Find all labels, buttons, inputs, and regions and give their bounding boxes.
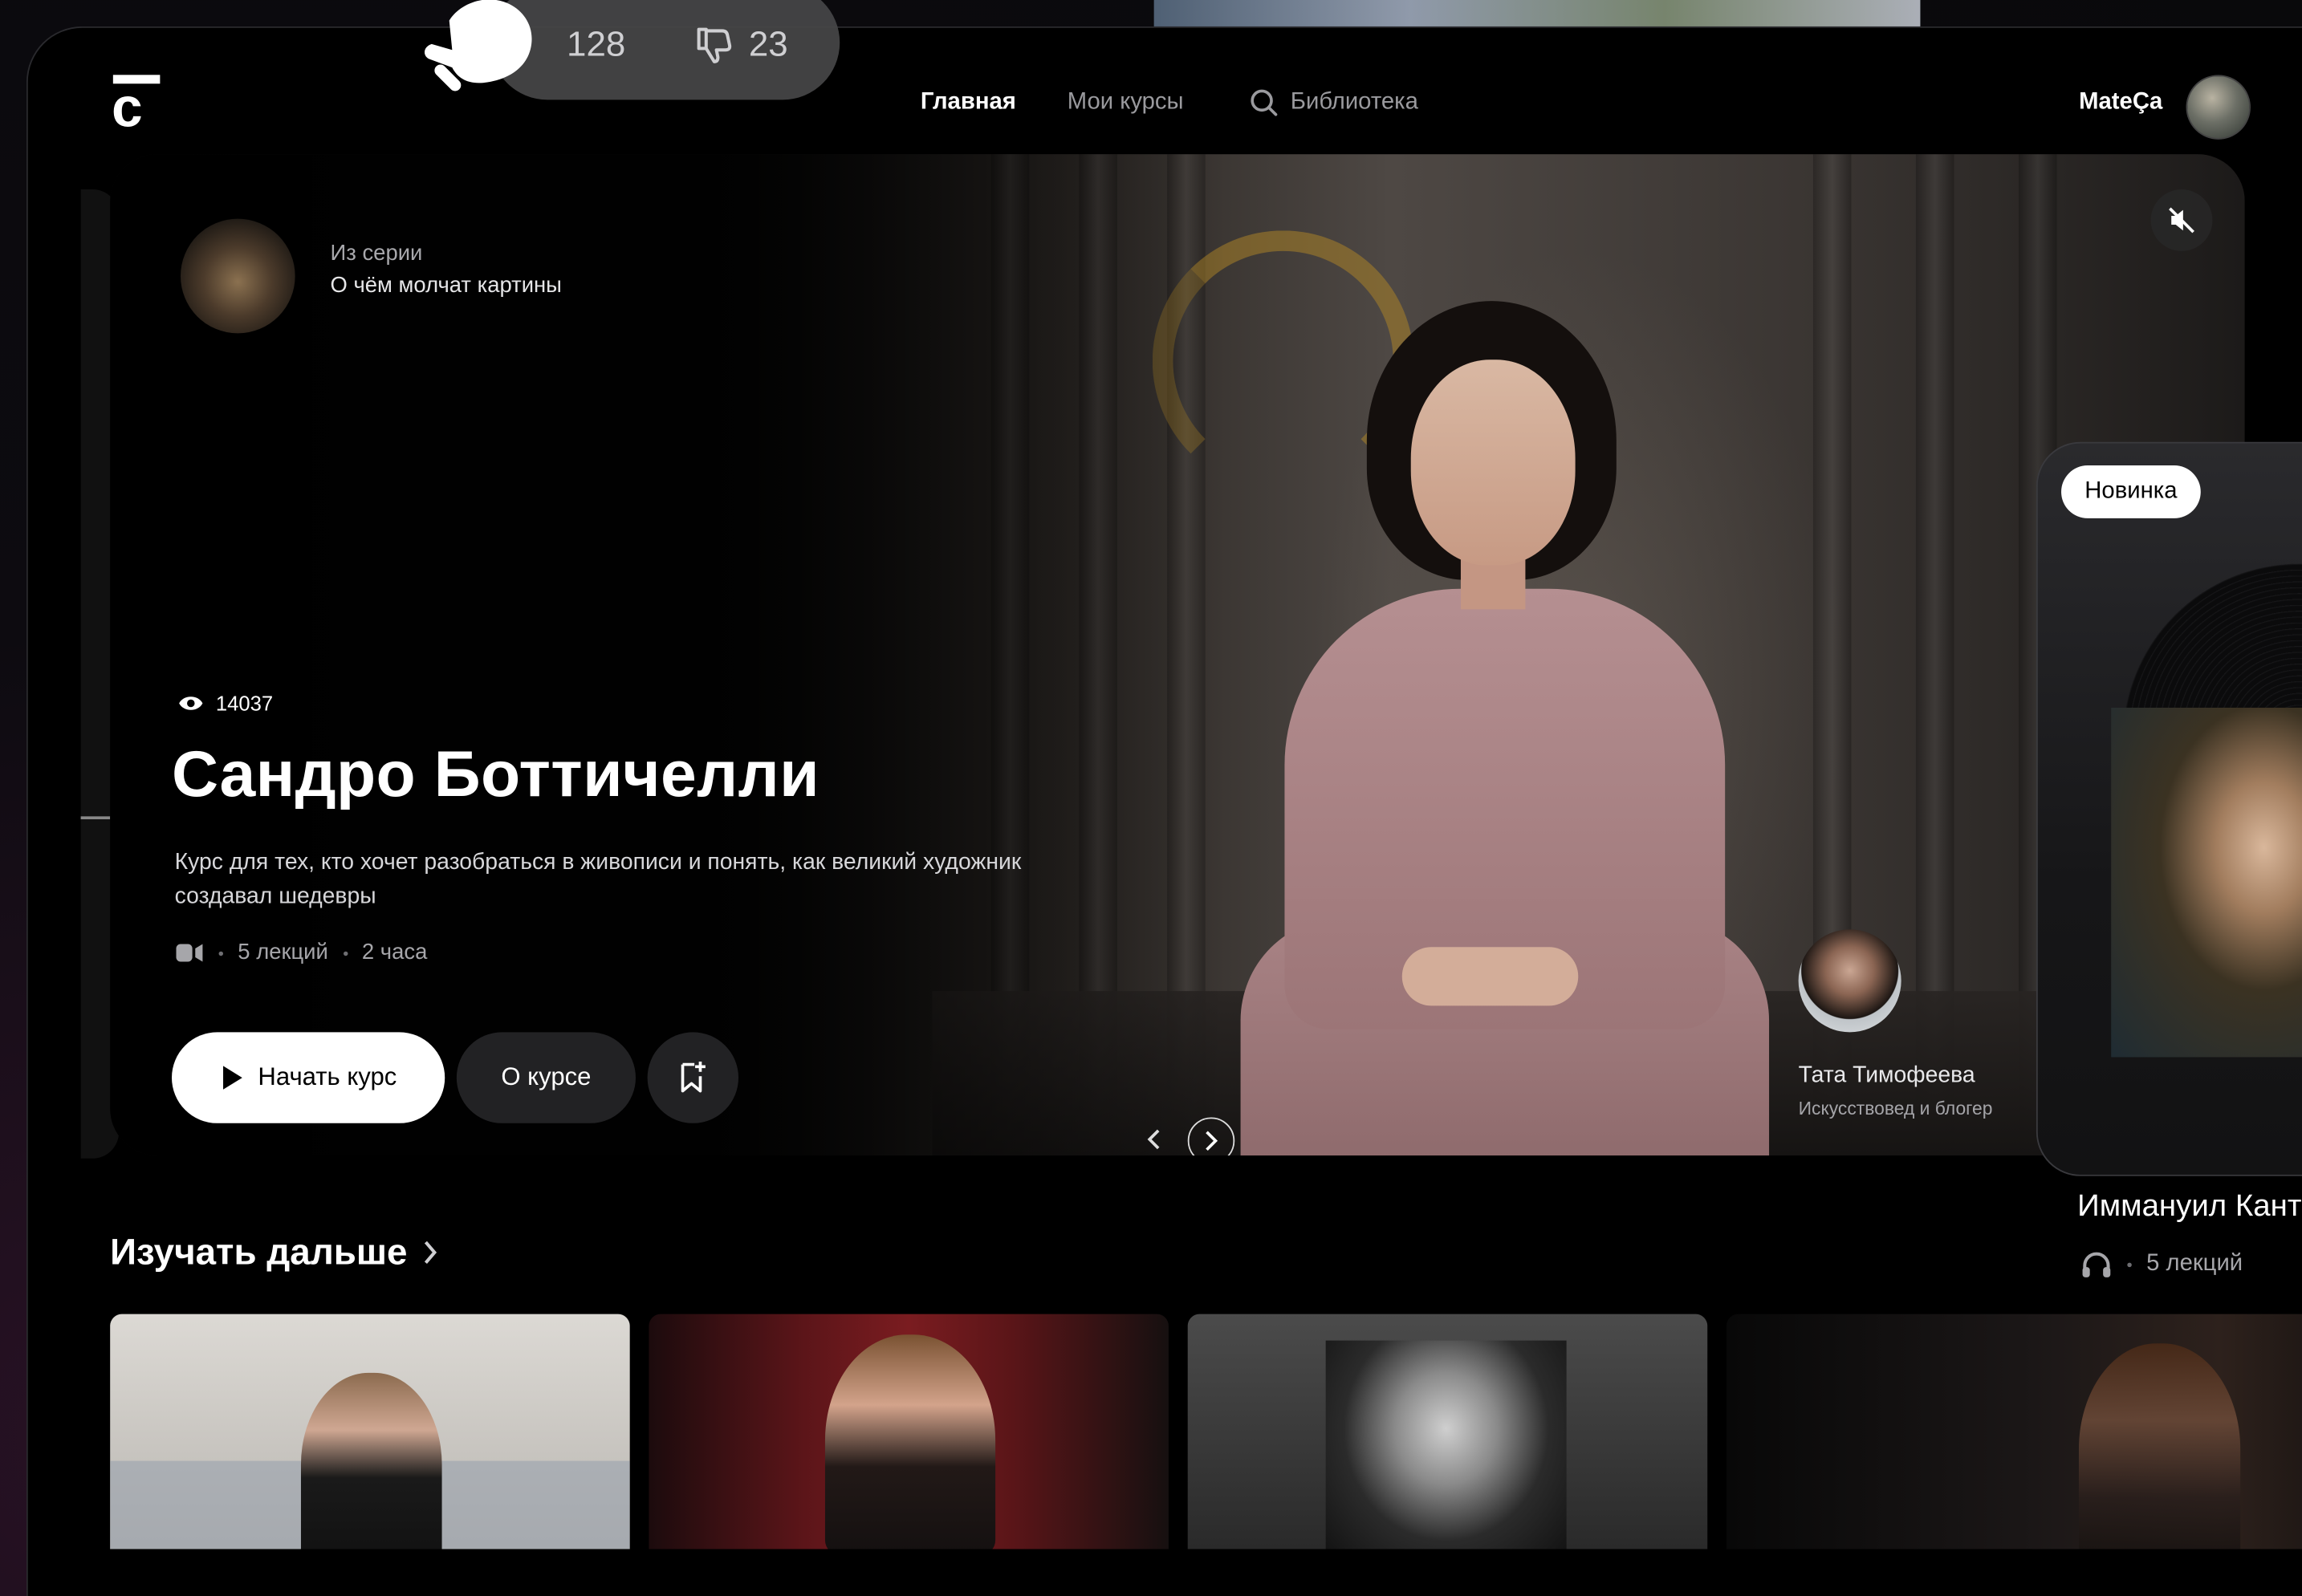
course-card[interactable] xyxy=(1726,1314,2302,1549)
course-card[interactable] xyxy=(110,1314,630,1549)
portrait-frame xyxy=(1325,1340,1567,1549)
course-description: Курс для тех, кто хочет разобраться в жи… xyxy=(174,850,1022,908)
meta-separator xyxy=(343,950,348,956)
section-title[interactable]: Изучать дальше xyxy=(110,1229,439,1277)
app-stage: c Главная Мои курсы Библиотека MateÇa Из… xyxy=(0,0,2302,1596)
new-badge: Новинка xyxy=(2061,465,2201,518)
like-count[interactable]: 128 xyxy=(567,23,625,67)
dislike-button[interactable]: 23 xyxy=(693,23,788,67)
eye-icon xyxy=(179,696,203,710)
chevron-left-icon xyxy=(1147,1129,1160,1150)
author-name[interactable]: Тата Тимофеева xyxy=(1799,1062,1975,1091)
course-meta: 5 лекций 2 часа xyxy=(175,940,428,966)
author-role: Искусствовед и блогер xyxy=(1798,1098,1993,1119)
nav-my-courses[interactable]: Мои курсы xyxy=(1068,88,1184,118)
course-title: Сандро Боттичелли xyxy=(172,738,820,811)
presenter-hands xyxy=(1401,947,1579,1006)
mute-button[interactable] xyxy=(2150,189,2213,251)
logo-letter: c xyxy=(112,77,143,140)
thumbs-down-icon xyxy=(697,27,732,63)
video-icon xyxy=(176,944,203,962)
meta-separator xyxy=(2127,1261,2132,1267)
user-name[interactable]: MateÇa xyxy=(2079,88,2162,118)
reaction-pill: 128 23 xyxy=(490,0,840,100)
section-title-label: Изучать дальше xyxy=(110,1232,408,1273)
bookmark-button[interactable] xyxy=(647,1032,739,1123)
thumbs-up-icon[interactable] xyxy=(420,0,540,97)
next-course-title[interactable]: Иммануил Кант xyxy=(2077,1188,2301,1226)
series-label: Из серии xyxy=(330,241,423,266)
chevron-right-icon xyxy=(1206,1131,1218,1151)
next-course-meta: 5 лекций xyxy=(2080,1249,2243,1279)
chevron-right-icon xyxy=(425,1241,437,1264)
course-card[interactable] xyxy=(1187,1314,1708,1549)
play-icon xyxy=(222,1066,242,1090)
start-course-label: Начать курс xyxy=(258,1062,397,1091)
meta-separator xyxy=(218,950,224,956)
presenter-figure xyxy=(1226,301,1783,1156)
lecturer-figure xyxy=(824,1334,996,1549)
hero-banner: Из серии О чём молчат картины 14037 Санд… xyxy=(110,154,2245,1156)
series-thumbnail[interactable] xyxy=(180,218,295,334)
course-cover-portrait xyxy=(2111,707,2302,1058)
bookmark-plus-icon xyxy=(681,1061,706,1093)
view-count: 14037 xyxy=(177,690,273,717)
presenter-face xyxy=(1410,359,1576,566)
nav-library-label: Библиотека xyxy=(1290,89,1418,115)
search-icon xyxy=(1251,89,1278,116)
lecture-count: 5 лекций xyxy=(238,940,328,965)
app-window: c Главная Мои курсы Библиотека MateÇa Из… xyxy=(26,26,2302,1596)
course-duration: 2 часа xyxy=(361,940,428,965)
dislike-count: 23 xyxy=(748,25,788,65)
app-logo[interactable]: c xyxy=(112,75,163,136)
nav-home[interactable]: Главная xyxy=(921,88,1016,118)
background-painting-strip xyxy=(1153,0,1921,26)
series-title[interactable]: О чём молчат картины xyxy=(331,273,562,299)
headphones-icon xyxy=(2082,1252,2111,1277)
view-count-value: 14037 xyxy=(215,691,274,716)
author-avatar[interactable] xyxy=(1798,929,1901,1033)
next-course-card[interactable]: Новинка xyxy=(2036,441,2302,1176)
about-course-button[interactable]: О курсе xyxy=(456,1032,636,1123)
next-course-lectures: 5 лекций xyxy=(2146,1250,2243,1277)
lecturer-figure xyxy=(2078,1343,2241,1549)
course-card[interactable] xyxy=(649,1314,1169,1549)
start-course-button[interactable]: Начать курс xyxy=(172,1032,445,1123)
carousel-prev-button[interactable] xyxy=(1132,1117,1176,1155)
lecturer-figure xyxy=(300,1372,442,1549)
mute-icon xyxy=(2169,207,2194,234)
user-avatar[interactable] xyxy=(2186,75,2251,140)
nav-library[interactable]: Библиотека xyxy=(1250,88,1418,118)
